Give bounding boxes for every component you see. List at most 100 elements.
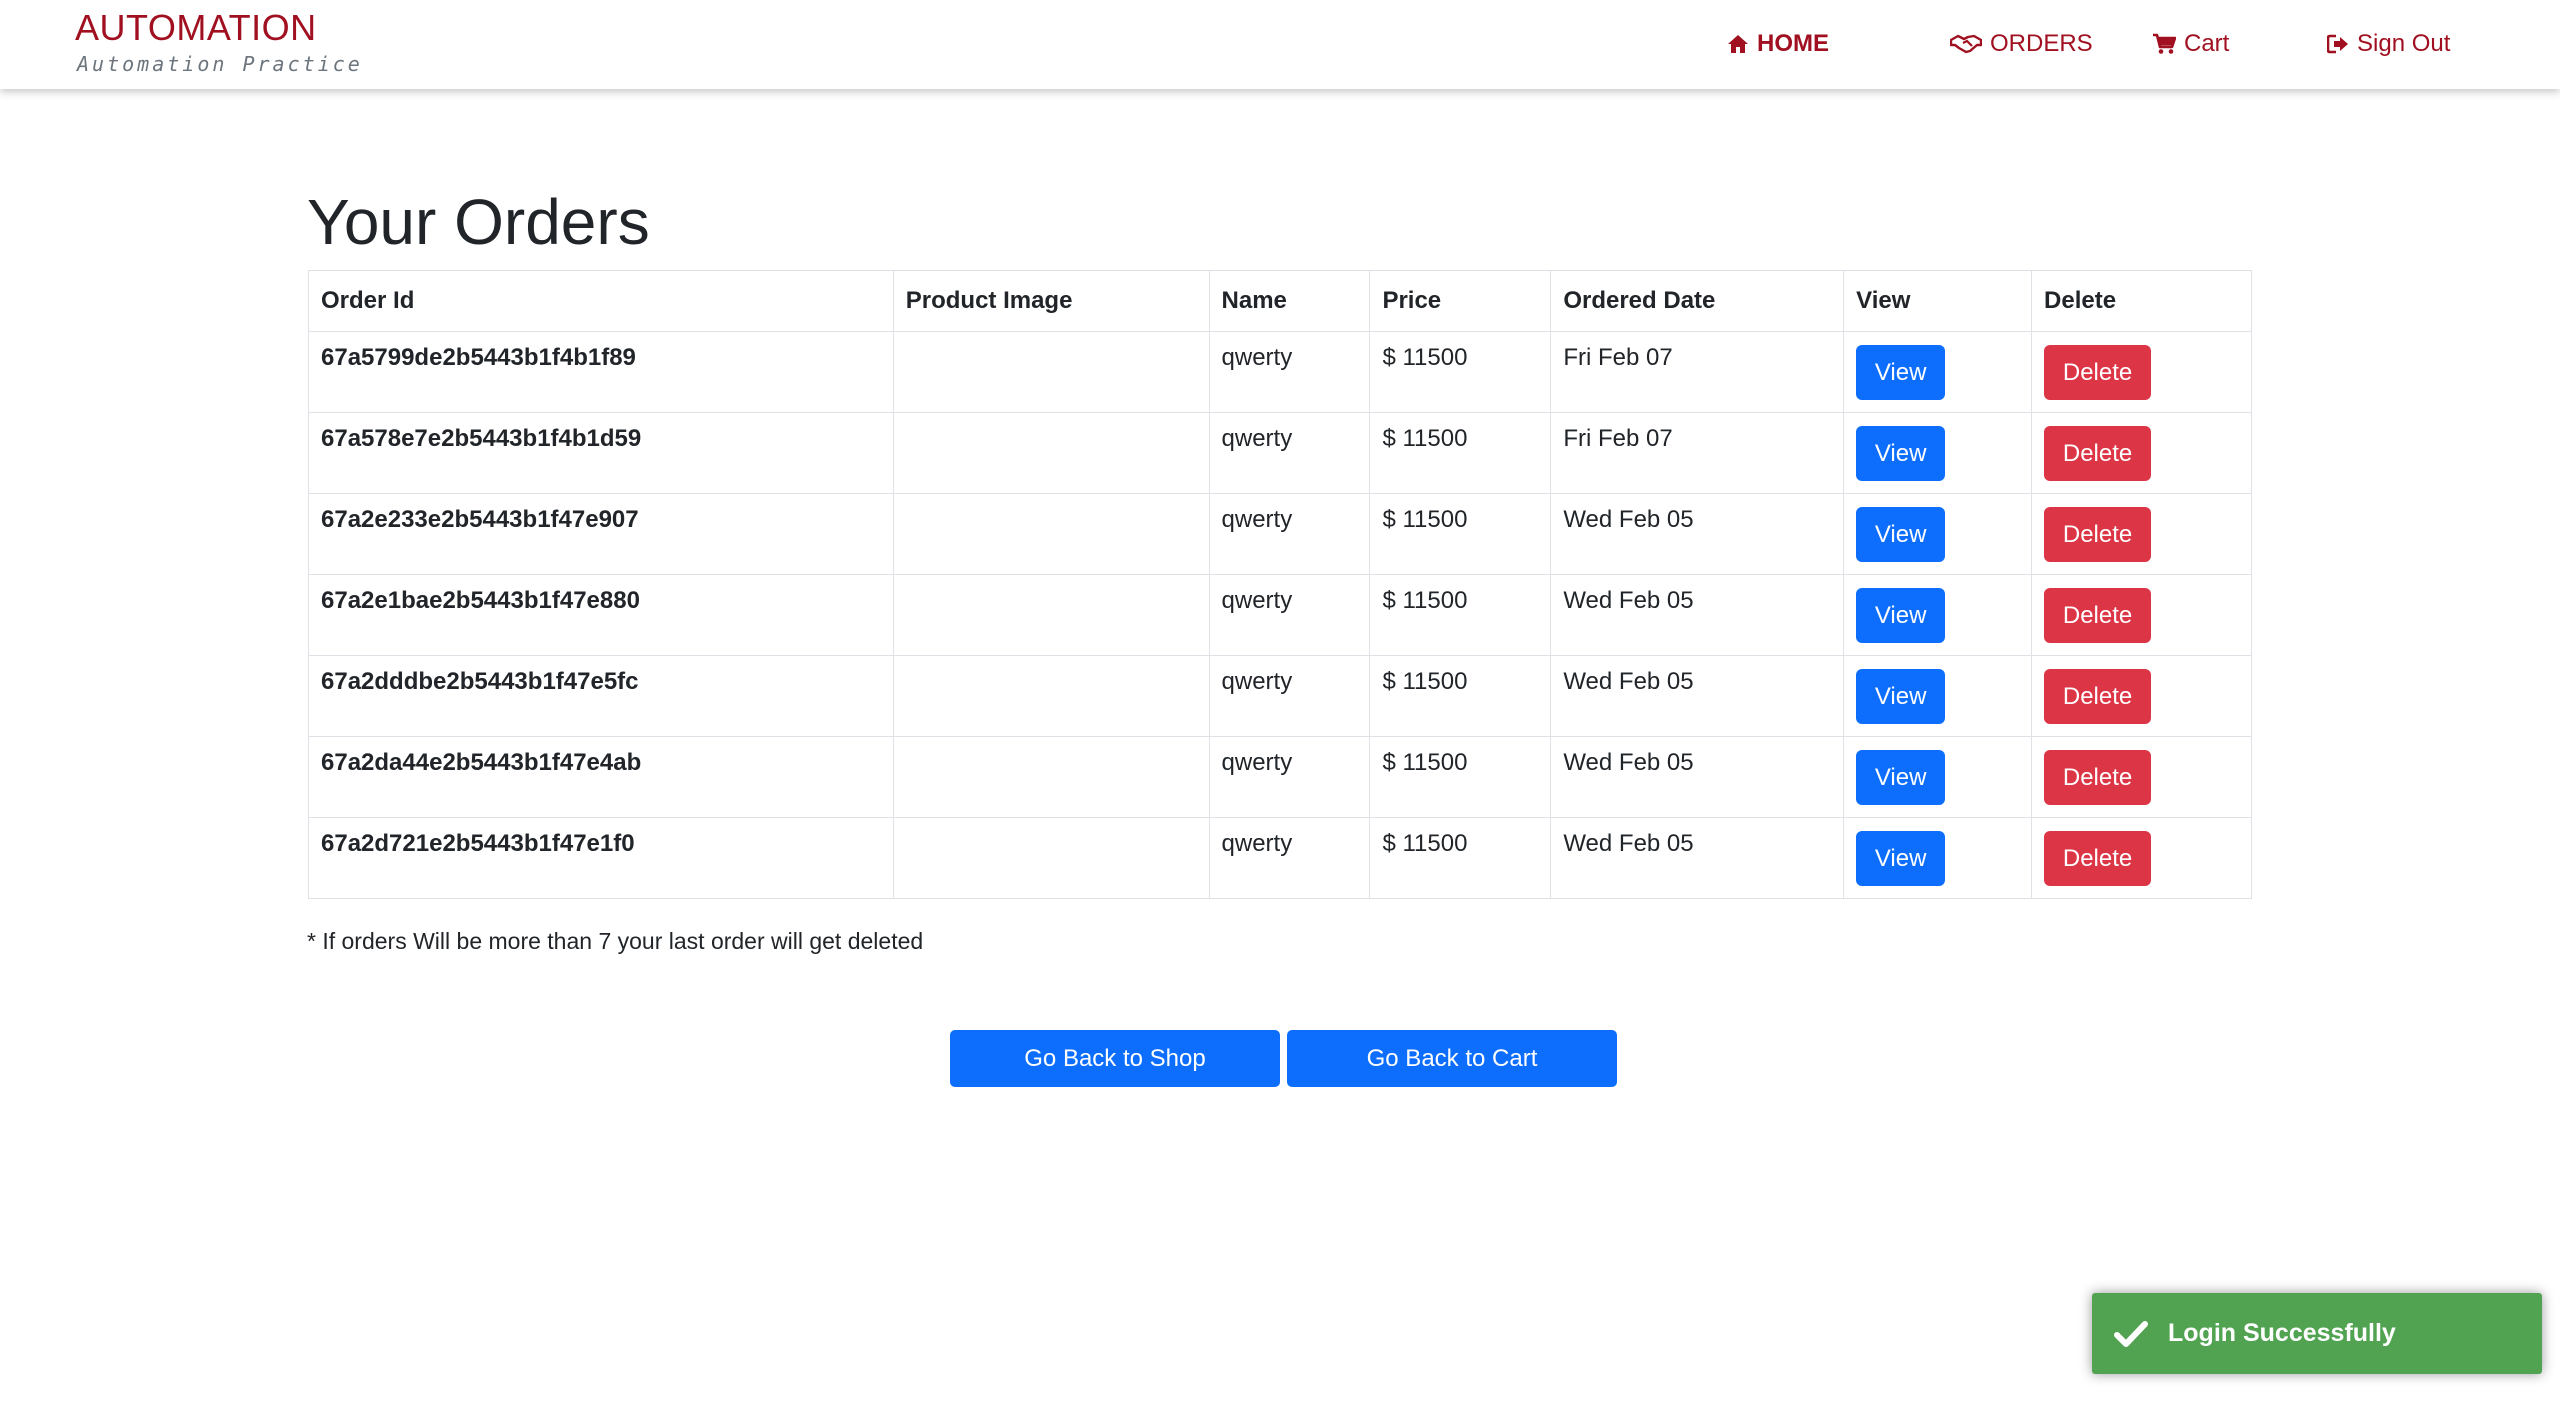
nav-home-label: HOME [1757, 30, 1829, 57]
column-header-delete: Delete [2031, 270, 2252, 332]
delete-button[interactable]: Delete [2044, 831, 2152, 886]
nav-cart-link[interactable]: Cart [2152, 27, 2229, 61]
handshake-icon [1950, 34, 1982, 54]
view-button[interactable]: View [1856, 426, 1946, 481]
view-cell: View [1843, 493, 2033, 575]
name-cell: qwerty [1208, 655, 1371, 737]
price-cell: $ 11500 [1369, 412, 1552, 494]
delete-button[interactable]: Delete [2044, 669, 2152, 724]
view-button[interactable]: View [1856, 588, 1946, 643]
view-button[interactable]: View [1856, 345, 1946, 400]
view-cell: View [1843, 412, 2033, 494]
delete-cell: Delete [2031, 412, 2252, 494]
product-image-cell [892, 817, 1210, 899]
price-cell: $ 11500 [1369, 655, 1552, 737]
delete-cell: Delete [2031, 736, 2252, 818]
price-cell: $ 11500 [1369, 736, 1552, 818]
ordered-date-cell: Wed Feb 05 [1550, 655, 1845, 737]
table-row: 67a2da44e2b5443b1f47e4ab qwerty $ 11500 … [308, 736, 2252, 818]
name-cell: qwerty [1208, 736, 1371, 818]
name-cell: qwerty [1208, 412, 1371, 494]
orders-table: Order Id Product Image Name Price Ordere… [308, 270, 2252, 899]
delete-cell: Delete [2031, 817, 2252, 899]
nav-cart-label: Cart [2184, 30, 2230, 57]
table-row: 67a578e7e2b5443b1f4b1d59 qwerty $ 11500 … [308, 412, 2252, 494]
nav-sign-out-label: Sign Out [2357, 30, 2451, 57]
table-row: 67a5799de2b5443b1f4b1f89 qwerty $ 11500 … [308, 331, 2252, 413]
column-header-price: Price [1369, 270, 1552, 332]
column-header-ordered-date: Ordered Date [1550, 270, 1845, 332]
order-id-cell: 67a5799de2b5443b1f4b1f89 [308, 331, 894, 413]
name-cell: qwerty [1208, 331, 1371, 413]
order-id-cell: 67a578e7e2b5443b1f4b1d59 [308, 412, 894, 494]
name-cell: qwerty [1208, 574, 1371, 656]
order-id-cell: 67a2e1bae2b5443b1f47e880 [308, 574, 894, 656]
table-row: 67a2e233e2b5443b1f47e907 qwerty $ 11500 … [308, 493, 2252, 575]
view-button[interactable]: View [1856, 831, 1946, 886]
view-cell: View [1843, 655, 2033, 737]
delete-cell: Delete [2031, 493, 2252, 575]
price-cell: $ 11500 [1369, 574, 1552, 656]
price-cell: $ 11500 [1369, 331, 1552, 413]
view-button[interactable]: View [1856, 507, 1946, 562]
product-image-cell [892, 655, 1210, 737]
delete-cell: Delete [2031, 655, 2252, 737]
navbar: AUTOMATION Automation Practice HOME ORDE… [0, 0, 2560, 89]
view-button[interactable]: View [1856, 669, 1946, 724]
product-image-cell [892, 412, 1210, 494]
nav-orders-label: ORDERS [1990, 30, 2093, 57]
nav-orders-link[interactable]: ORDERS [1950, 27, 2093, 61]
order-id-cell: 67a2da44e2b5443b1f47e4ab [308, 736, 894, 818]
sign-out-icon [2327, 34, 2348, 54]
ordered-date-cell: Wed Feb 05 [1550, 493, 1845, 575]
login-success-toast[interactable]: Login Successfully [2092, 1293, 2542, 1374]
product-image-cell [892, 493, 1210, 575]
column-header-view: View [1843, 270, 2033, 332]
go-back-to-shop-button[interactable]: Go Back to Shop [950, 1030, 1280, 1087]
column-header-order-id: Order Id [308, 270, 894, 332]
ordered-date-cell: Fri Feb 07 [1550, 331, 1845, 413]
page-title: Your Orders [307, 186, 650, 258]
product-image-cell [892, 331, 1210, 413]
column-header-name: Name [1208, 270, 1371, 332]
delete-button[interactable]: Delete [2044, 426, 2152, 481]
delete-button[interactable]: Delete [2044, 750, 2152, 805]
ordered-date-cell: Wed Feb 05 [1550, 817, 1845, 899]
ordered-date-cell: Wed Feb 05 [1550, 736, 1845, 818]
column-header-product-image: Product Image [892, 270, 1210, 332]
name-cell: qwerty [1208, 493, 1371, 575]
table-row: 67a2e1bae2b5443b1f47e880 qwerty $ 11500 … [308, 574, 2252, 656]
delete-button[interactable]: Delete [2044, 588, 2152, 643]
view-cell: View [1843, 736, 2033, 818]
brand-title: AUTOMATION [75, 7, 317, 48]
delete-cell: Delete [2031, 331, 2252, 413]
toast-message: Login Successfully [2168, 1319, 2396, 1347]
brand-logo[interactable]: AUTOMATION Automation Practice [75, 6, 363, 76]
delete-button[interactable]: Delete [2044, 507, 2152, 562]
delete-button[interactable]: Delete [2044, 345, 2152, 400]
table-row: 67a2d721e2b5443b1f47e1f0 qwerty $ 11500 … [308, 817, 2252, 899]
product-image-cell [892, 736, 1210, 818]
view-cell: View [1843, 817, 2033, 899]
price-cell: $ 11500 [1369, 817, 1552, 899]
cart-icon [2153, 33, 2176, 54]
delete-cell: Delete [2031, 574, 2252, 656]
view-cell: View [1843, 574, 2033, 656]
table-row: 67a2dddbe2b5443b1f47e5fc qwerty $ 11500 … [308, 655, 2252, 737]
view-button[interactable]: View [1856, 750, 1946, 805]
go-back-to-cart-button[interactable]: Go Back to Cart [1287, 1030, 1617, 1087]
order-id-cell: 67a2dddbe2b5443b1f47e5fc [308, 655, 894, 737]
ordered-date-cell: Fri Feb 07 [1550, 412, 1845, 494]
name-cell: qwerty [1208, 817, 1371, 899]
price-cell: $ 11500 [1369, 493, 1552, 575]
order-id-cell: 67a2d721e2b5443b1f47e1f0 [308, 817, 894, 899]
table-header-row: Order Id Product Image Name Price Ordere… [308, 270, 2252, 332]
brand-subtitle: Automation Practice [77, 52, 363, 76]
nav-home-link[interactable]: HOME [1727, 27, 1829, 61]
view-cell: View [1843, 331, 2033, 413]
home-icon [1728, 35, 1748, 53]
nav-sign-out-link[interactable]: Sign Out [2327, 27, 2450, 61]
checkmark-icon [2114, 1320, 2148, 1347]
order-id-cell: 67a2e233e2b5443b1f47e907 [308, 493, 894, 575]
product-image-cell [892, 574, 1210, 656]
